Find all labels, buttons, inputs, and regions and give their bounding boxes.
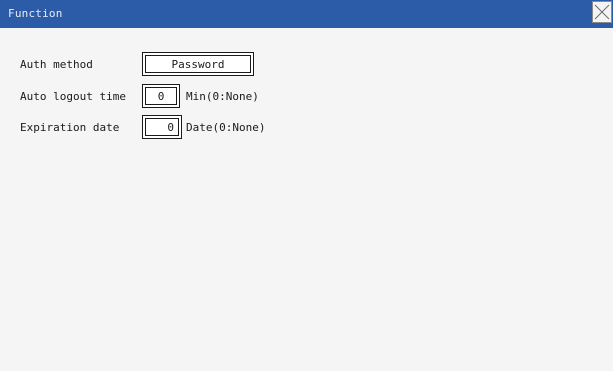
- expiration-date-value: 0: [145, 118, 179, 136]
- auto-logout-time-unit: Min(0:None): [186, 90, 259, 103]
- expiration-date-label: Expiration date: [20, 121, 120, 134]
- auth-method-label: Auth method: [20, 58, 93, 71]
- window-title: Function: [8, 7, 63, 20]
- close-button[interactable]: [592, 1, 612, 23]
- auto-logout-time-input[interactable]: 0: [142, 84, 180, 108]
- close-icon: [594, 4, 610, 20]
- auth-method-selector[interactable]: Password: [142, 52, 254, 76]
- expiration-date-input[interactable]: 0: [142, 115, 182, 139]
- auto-logout-time-value: 0: [145, 87, 177, 105]
- auto-logout-time-label: Auto logout time: [20, 90, 126, 103]
- expiration-date-unit: Date(0:None): [186, 121, 266, 134]
- auth-method-value: Password: [145, 55, 251, 73]
- title-bar: Function: [0, 0, 613, 28]
- function-window: Function Auth method Password Auto logou…: [0, 0, 613, 371]
